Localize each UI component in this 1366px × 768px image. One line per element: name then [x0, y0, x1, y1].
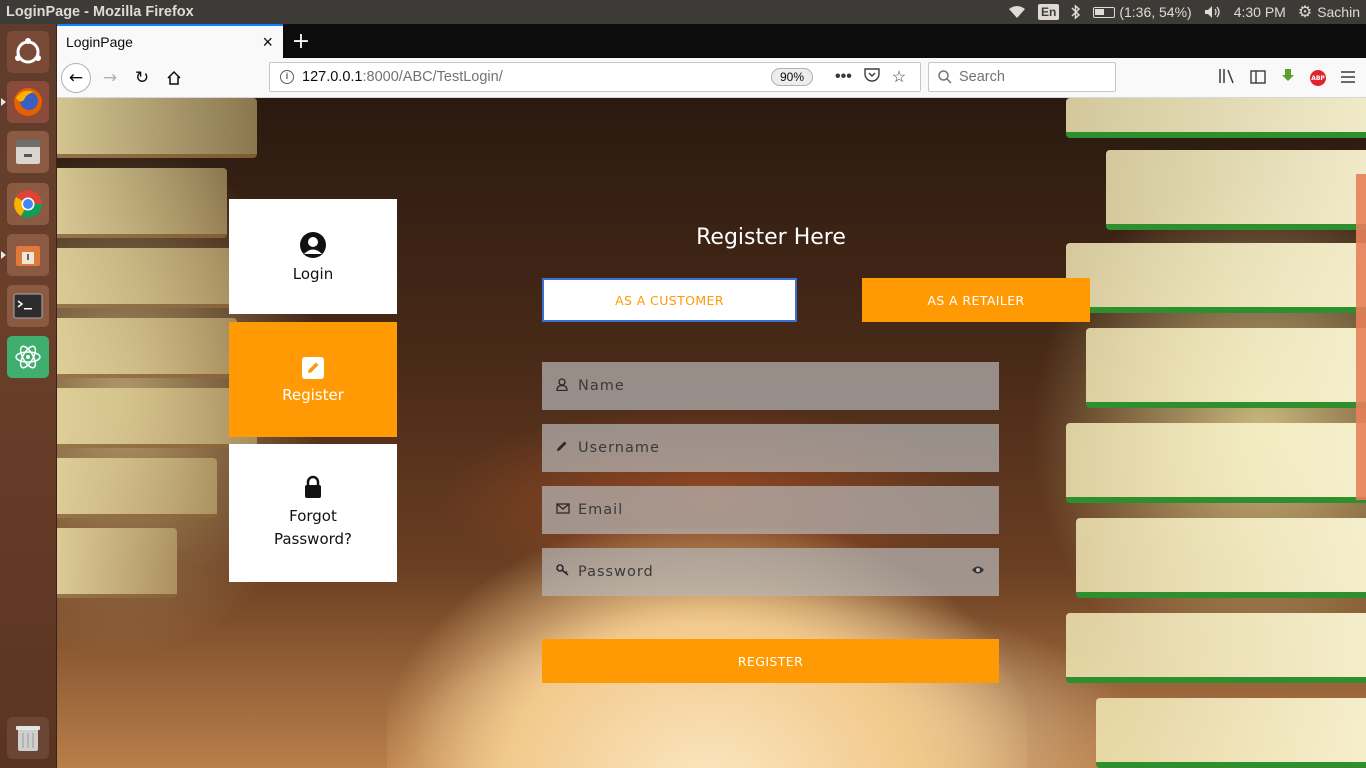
chrome-launcher-icon[interactable]	[7, 183, 49, 225]
library-icon[interactable]	[1218, 68, 1236, 88]
search-placeholder: Search	[959, 69, 1005, 85]
forgot-password-menu-item[interactable]: Forgot Password?	[229, 444, 397, 582]
pocket-icon[interactable]	[864, 67, 880, 87]
download-extension-icon[interactable]	[1280, 68, 1296, 88]
file-cabinet-icon	[16, 140, 40, 164]
volume-icon[interactable]	[1198, 0, 1228, 24]
browser-navigation-bar: ← → ↻ i 127.0.0.1:8000/ABC/TestLogin/ 90…	[57, 58, 1366, 98]
system-top-panel: LoginPage - Mozilla Firefox En (1:36, 54…	[0, 0, 1366, 24]
home-icon	[167, 70, 181, 85]
email-field[interactable]: Email	[542, 486, 999, 534]
password-placeholder: Password	[578, 564, 654, 580]
running-indicator	[1, 98, 6, 106]
password-field[interactable]: Password	[542, 548, 999, 596]
close-tab-icon[interactable]: ×	[262, 32, 273, 53]
session-menu[interactable]: ⚙ Sachin	[1292, 0, 1366, 24]
site-info-icon[interactable]: i	[280, 70, 294, 84]
page-content: Login Register Forgot Password? Register…	[57, 98, 1366, 768]
forgot-label-line1: Forgot	[289, 507, 337, 525]
gear-icon: ⚙	[1297, 4, 1313, 21]
wifi-icon[interactable]	[1002, 0, 1032, 24]
reload-button[interactable]: ↻	[127, 63, 157, 93]
edit-icon	[302, 356, 324, 379]
chrome-icon	[14, 190, 42, 218]
trash-icon	[16, 726, 40, 751]
battery-text: (1:36, 54%)	[1119, 4, 1192, 20]
zoom-indicator[interactable]: 90%	[771, 68, 813, 86]
register-button[interactable]: REGISTER	[542, 639, 999, 683]
firefox-icon	[14, 88, 42, 116]
terminal-launcher-icon[interactable]	[7, 285, 49, 327]
sidebar-icon[interactable]	[1250, 69, 1266, 88]
scrollbar-thumb[interactable]	[1356, 174, 1366, 500]
adblock-plus-icon[interactable]: ABP	[1310, 70, 1326, 86]
register-heading: Register Here	[696, 225, 846, 250]
trash-launcher-icon[interactable]	[7, 717, 49, 759]
browser-tab-bar: LoginPage × +	[57, 24, 1366, 58]
ubuntu-launcher	[0, 24, 57, 768]
battery-indicator[interactable]: (1:36, 54%)	[1087, 0, 1197, 24]
new-tab-button[interactable]: +	[287, 27, 315, 55]
keyboard-layout-indicator[interactable]: En	[1032, 0, 1065, 24]
ubuntu-logo-icon	[15, 38, 41, 64]
page-actions-icon[interactable]: •••	[835, 68, 852, 86]
email-placeholder: Email	[578, 502, 624, 518]
window-title: LoginPage - Mozilla Firefox	[6, 4, 194, 20]
login-menu-item[interactable]: Login	[229, 199, 397, 314]
name-field[interactable]: Name	[542, 362, 999, 410]
url-path: :8000/ABC/TestLogin/	[362, 69, 503, 85]
username-field[interactable]: Username	[542, 424, 999, 472]
terminal-icon	[13, 293, 43, 319]
battery-icon	[1093, 6, 1116, 18]
archive-manager-launcher-icon[interactable]	[1, 234, 49, 276]
user-name: Sachin	[1317, 4, 1360, 20]
page-scrollbar[interactable]	[1356, 98, 1366, 768]
search-icon	[938, 70, 952, 84]
arrow-right-icon: →	[102, 68, 118, 88]
running-indicator	[1, 251, 6, 259]
tab-title: LoginPage	[66, 34, 133, 50]
clock[interactable]: 4:30 PM	[1228, 0, 1292, 24]
eye-icon[interactable]	[971, 564, 985, 579]
back-button[interactable]: ←	[61, 63, 91, 93]
pencil-icon	[556, 440, 578, 456]
atom-launcher-icon[interactable]	[7, 336, 49, 378]
user-icon	[556, 377, 578, 395]
as-retailer-button[interactable]: AS A RETAILER	[862, 278, 1090, 322]
as-customer-button[interactable]: AS A CUSTOMER	[542, 278, 797, 322]
keyboard-layout-label: En	[1037, 4, 1060, 20]
login-label: Login	[292, 264, 334, 283]
key-icon	[556, 564, 578, 580]
url-host: 127.0.0.1	[302, 69, 363, 85]
user-circle-icon	[300, 231, 326, 258]
url-bar[interactable]: i 127.0.0.1:8000/ABC/TestLogin/ 90% ••• …	[269, 62, 921, 92]
bookmark-star-icon[interactable]: ☆	[892, 67, 906, 87]
bluetooth-icon[interactable]	[1065, 0, 1087, 24]
reload-icon: ↻	[134, 68, 150, 88]
username-placeholder: Username	[578, 440, 660, 456]
archive-icon	[16, 246, 40, 266]
forgot-label-line2: Password?	[273, 530, 353, 548]
files-launcher-icon[interactable]	[7, 131, 49, 173]
register-label: Register	[282, 385, 344, 404]
ubuntu-dash-button[interactable]	[7, 31, 49, 73]
lock-icon	[305, 475, 321, 498]
name-placeholder: Name	[578, 378, 625, 394]
arrow-left-icon: ←	[68, 68, 84, 88]
forward-button[interactable]: →	[95, 63, 125, 93]
home-button[interactable]	[159, 63, 189, 93]
atom-icon	[15, 345, 41, 369]
envelope-icon	[556, 502, 578, 518]
tab-loginpage[interactable]: LoginPage ×	[57, 24, 283, 58]
hamburger-menu-icon[interactable]	[1340, 69, 1356, 88]
search-input[interactable]: Search	[928, 62, 1116, 92]
firefox-launcher-icon[interactable]	[1, 81, 49, 123]
register-menu-item[interactable]: Register	[229, 322, 397, 437]
